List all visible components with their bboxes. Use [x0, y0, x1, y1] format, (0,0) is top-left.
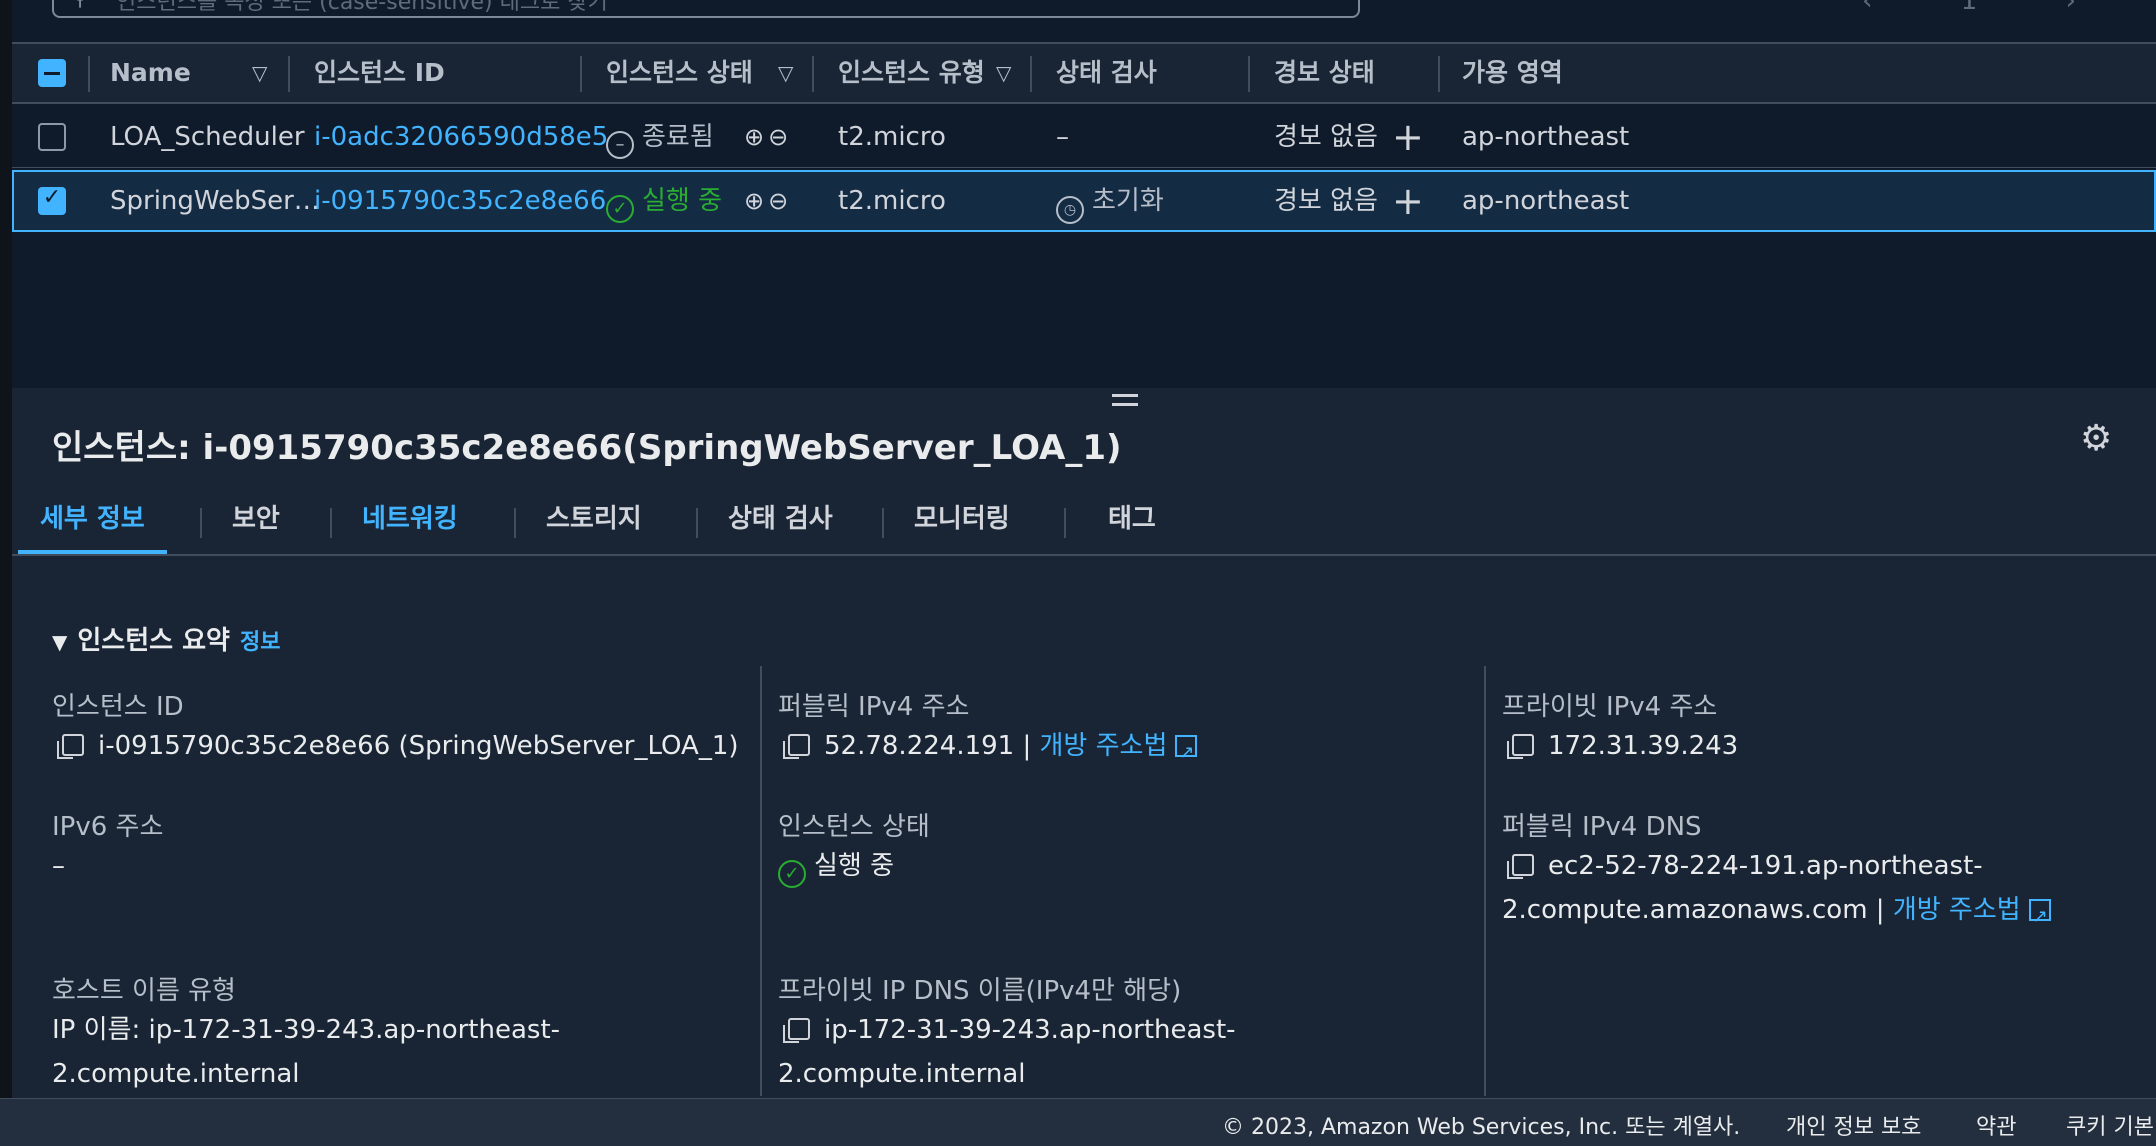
availability-zone: ap-northeast — [1462, 186, 1630, 216]
cookie-preferences-link[interactable]: 쿠키 기본 — [2066, 1109, 2154, 1141]
clock-icon: ◷ — [1056, 196, 1084, 224]
copy-icon[interactable] — [57, 734, 84, 759]
instance-name: LOA_Scheduler — [110, 122, 305, 152]
header-name[interactable]: Name — [110, 44, 191, 102]
stopped-icon: – — [606, 131, 634, 159]
table-header: Name ▽ 인스턴스 ID 인스턴스 상태 ▽ 인스턴스 유형 ▽ 상태 검사… — [12, 42, 2156, 104]
instance-type: t2.micro — [838, 122, 946, 152]
value-hostname-type-2: 2.compute.internal — [52, 1059, 300, 1089]
tab-details[interactable]: 세부 정보 — [18, 488, 167, 554]
status-check: ◷ 초기화 — [1056, 172, 1164, 230]
copy-icon[interactable] — [783, 734, 810, 759]
label-private-ipv4: 프라이빗 IPv4 주소 — [1502, 692, 1718, 722]
label-instance-id: 인스턴스 ID — [52, 692, 184, 722]
filter-icon[interactable]: ▽ — [778, 44, 793, 102]
terms-link[interactable]: 약관 — [1976, 1109, 2016, 1141]
open-address-link[interactable]: 개방 주소법 — [1040, 731, 1168, 761]
search-icon: ⚲ — [72, 0, 88, 11]
copy-icon[interactable] — [783, 1018, 810, 1043]
row-checkbox[interactable] — [38, 123, 66, 151]
instance-id-link[interactable]: i-0adc32066590d58e5 — [314, 106, 608, 168]
external-link-icon[interactable] — [2028, 895, 2051, 939]
instance-details-panel: 인스턴스: i-0915790c35c2e8e66(SpringWebServe… — [12, 388, 2156, 1098]
search-placeholder: 인스턴스를 속성 또는 (case-sensitive) 태그로 찾기 — [116, 0, 608, 15]
details-title: 인스턴스: i-0915790c35c2e8e66(SpringWebServe… — [52, 428, 1122, 468]
add-alarm-icon[interactable]: + — [1392, 172, 1424, 230]
header-alarm-status[interactable]: 경보 상태 — [1274, 44, 1375, 102]
privacy-link[interactable]: 개인 정보 보호 — [1786, 1109, 1921, 1141]
label-hostname-type: 호스트 이름 유형 — [52, 976, 236, 1006]
caret-down-icon: ▼ — [52, 630, 68, 654]
header-availability-zone[interactable]: 가용 영역 — [1462, 44, 1563, 102]
header-instance-state[interactable]: 인스턴스 상태 — [606, 44, 753, 102]
tab-networking[interactable]: 네트워킹 — [362, 488, 458, 554]
check-circle-icon: ✓ — [606, 195, 634, 223]
tab-security[interactable]: 보안 — [232, 488, 280, 554]
section-header-instance-summary[interactable]: ▼ 인스턴스 요약 정보 — [52, 620, 280, 657]
resize-handle-icon[interactable] — [1112, 394, 1138, 412]
instance-name: SpringWebSer… — [110, 186, 320, 216]
header-instance-id[interactable]: 인스턴스 ID — [314, 44, 445, 102]
value-hostname-type-1: IP 이름: ip-172-31-39-243.ap-northeast- — [52, 1015, 561, 1045]
value-public-ipv4: 52.78.224.191 | 개방 주소법 — [783, 724, 1198, 775]
tab-storage[interactable]: 스토리지 — [546, 488, 642, 554]
header-instance-type[interactable]: 인스턴스 유형 — [838, 44, 985, 102]
select-all-checkbox[interactable] — [38, 59, 66, 87]
details-tabs: 세부 정보 보안 네트워킹 스토리지 상태 검사 모니터링 태그 — [12, 488, 2156, 556]
zoom-icons[interactable]: ⊕⊖ — [744, 172, 792, 230]
table-row[interactable]: LOA_Scheduler i-0adc32066590d58e5 – 종료됨 ⊕… — [12, 106, 2156, 168]
header-status-check[interactable]: 상태 검사 — [1056, 44, 1157, 102]
tab-tags[interactable]: 태그 — [1108, 488, 1156, 554]
value-private-ipv4: 172.31.39.243 — [1507, 724, 1738, 768]
value-instance-state: ✓ 실행 중 — [778, 844, 894, 888]
value-public-dns-1: ec2-52-78-224-191.ap-northeast- — [1507, 844, 1983, 888]
table-row-selected[interactable]: ✓ SpringWebSer… i-0915790c35c2e8e66 ✓ 실행 … — [12, 170, 2156, 232]
add-alarm-icon[interactable]: + — [1392, 106, 1424, 168]
alarm-status: 경보 없음 — [1274, 186, 1378, 216]
instance-state: ✓ 실행 중 — [606, 172, 722, 230]
external-link-icon[interactable] — [1175, 731, 1198, 775]
tab-status-checks[interactable]: 상태 검사 — [728, 488, 833, 554]
copy-icon[interactable] — [1507, 734, 1534, 759]
filter-icon[interactable]: ▽ — [996, 44, 1011, 102]
filter-icon[interactable]: ▽ — [252, 44, 267, 102]
footer: © 2023, Amazon Web Services, Inc. 또는 계열사… — [0, 1098, 2156, 1146]
ec2-console: ⚲ 인스턴스를 속성 또는 (case-sensitive) 태그로 찾기 ‹ … — [0, 0, 2156, 1146]
label-ipv6: IPv6 주소 — [52, 812, 164, 842]
value-ipv6: – — [52, 851, 65, 881]
open-address-link[interactable]: 개방 주소법 — [1893, 895, 2021, 925]
label-public-dns: 퍼블릭 IPv4 DNS — [1502, 812, 1702, 842]
gear-icon[interactable]: ⚙ — [2080, 418, 2112, 459]
value-private-dns-2: 2.compute.internal — [778, 1059, 1026, 1089]
copyright: © 2023, Amazon Web Services, Inc. 또는 계열사… — [1222, 1115, 1741, 1140]
row-checkbox[interactable]: ✓ — [38, 185, 66, 215]
info-link[interactable]: 정보 — [240, 630, 280, 655]
zoom-icons[interactable]: ⊕⊖ — [744, 106, 792, 168]
instance-type: t2.micro — [838, 186, 946, 216]
instance-id-link[interactable]: i-0915790c35c2e8e66 — [314, 172, 606, 230]
instance-state: – 종료됨 — [606, 106, 714, 168]
left-edge — [0, 0, 12, 1146]
label-public-ipv4: 퍼블릭 IPv4 주소 — [778, 692, 970, 722]
search-input[interactable]: ⚲ 인스턴스를 속성 또는 (case-sensitive) 태그로 찾기 — [52, 0, 1360, 18]
label-private-dns: 프라이빗 IP DNS 이름(IPv4만 해당) — [778, 976, 1182, 1006]
label-instance-state: 인스턴스 상태 — [778, 812, 930, 842]
value-public-dns-2: 2.compute.amazonaws.com | 개방 주소법 — [1502, 888, 2051, 939]
instances-table-panel: ⚲ 인스턴스를 속성 또는 (case-sensitive) 태그로 찾기 ‹ … — [12, 0, 2156, 388]
status-check: – — [1056, 122, 1069, 152]
value-instance-id: i-0915790c35c2e8e66 (SpringWebServer_LOA… — [57, 724, 739, 768]
copy-icon[interactable] — [1507, 854, 1534, 879]
value-private-dns-1: ip-172-31-39-243.ap-northeast- — [783, 1008, 1236, 1052]
alarm-status: 경보 없음 — [1274, 122, 1378, 152]
pagination-controls[interactable]: ‹ 1 › — [1862, 0, 2116, 16]
availability-zone: ap-northeast — [1462, 122, 1630, 152]
check-circle-icon: ✓ — [778, 860, 806, 888]
tab-monitoring[interactable]: 모니터링 — [914, 488, 1010, 554]
